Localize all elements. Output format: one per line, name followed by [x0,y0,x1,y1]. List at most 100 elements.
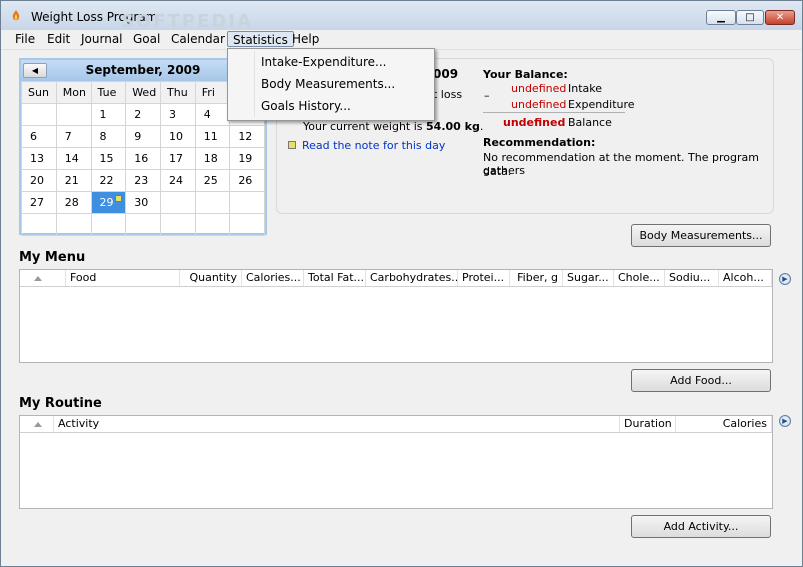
column-calories[interactable]: Calories... [242,270,304,286]
calendar-day-cell[interactable]: 22 [90,169,127,192]
menu-item-body-measurements[interactable]: Body Measurements... [261,77,395,91]
minimize-button[interactable]: ▁ [706,10,736,25]
calendar-day-cell[interactable] [229,213,265,236]
column-routine-calories[interactable]: Calories [676,416,772,432]
statistics-dropdown-menu: Intake-Expenditure... Body Measurements.… [227,48,435,121]
menu-table-header: Food Quantity Calories... Total Fat... C… [20,270,772,287]
calendar-week-row: 27 28 29 30 [21,191,265,214]
app-window: Weight Loss Program SOFTPEDIA ▁ □ ✕ File… [0,0,803,567]
expenditure-label: Expenditure [568,98,635,111]
calendar-day-cell[interactable]: 20 [21,169,57,192]
calendar-day-cell[interactable]: 30 [125,191,162,214]
calendar-day-cell[interactable]: 19 [229,147,265,170]
menu-item-goals-history[interactable]: Goals History... [261,99,351,113]
calendar-week-row: 13 14 15 16 17 18 19 [21,147,265,170]
calendar-day-cell[interactable]: 15 [90,147,127,170]
title-bar[interactable]: Weight Loss Program SOFTPEDIA ▁ □ ✕ [1,1,802,32]
menu-statistics[interactable]: Statistics [227,31,294,47]
menu-goal[interactable]: Goal [128,31,165,47]
column-protein[interactable]: Protei... [458,270,510,286]
sort-up-icon [34,276,42,281]
add-food-button[interactable]: Add Food... [631,369,771,392]
weight-loss-fragment: t loss [433,88,463,101]
calendar-day-cell[interactable]: 8 [90,125,127,148]
calendar-week-row: 20 21 22 23 24 25 26 [21,169,265,192]
calendar-day-cell[interactable]: 25 [194,169,231,192]
menu-file[interactable]: File [10,31,40,47]
routine-expand-button[interactable]: ▶ [779,415,791,427]
recommendation-title: Recommendation: [483,136,596,149]
calendar-day-cell[interactable] [90,213,127,236]
calendar-day-header: Wed [125,81,162,104]
column-alcohol[interactable]: Alcoh... [719,270,772,286]
calendar-day-cell[interactable]: 2 [125,103,162,126]
calendar-day-cell[interactable] [160,191,196,214]
calendar-day-cell[interactable]: 10 [160,125,196,148]
chevron-right-icon: ▶ [782,275,788,283]
column-food[interactable]: Food [66,270,180,286]
calendar-day-cell[interactable] [194,213,231,236]
menu-edit[interactable]: Edit [42,31,75,47]
calendar-day-cell[interactable]: 26 [229,169,265,192]
calendar-day-cell[interactable] [160,213,196,236]
calendar-day-cell[interactable] [21,213,57,236]
menu-calendar[interactable]: Calendar [166,31,230,47]
routine-sort-column[interactable] [20,416,54,432]
calendar-day-cell[interactable]: 11 [194,125,231,148]
calendar-day-cell[interactable]: 27 [21,191,57,214]
column-quantity[interactable]: Quantity [180,270,242,286]
watermark: SOFTPEDIA [121,11,253,32]
recommendation-text-line1: No recommendation at the moment. The pro… [483,151,759,177]
column-cholesterol[interactable]: Chole... [614,270,665,286]
calendar-day-cell[interactable]: 28 [55,191,92,214]
calendar-day-cell[interactable] [55,103,92,126]
calendar-day-cell[interactable]: 23 [125,169,162,192]
chevron-left-icon: ◀ [31,66,39,75]
read-note-link[interactable]: Read the note for this day [302,139,445,152]
minimize-icon: ▁ [717,12,725,23]
calendar-day-cell[interactable]: 12 [229,125,265,148]
current-weight-prefix: Your current weight is [303,120,423,133]
menu-journal[interactable]: Journal [76,31,128,47]
calendar-day-cell[interactable]: 7 [55,125,92,148]
calendar-day-cell[interactable]: 13 [21,147,57,170]
calendar-day-cell[interactable]: 24 [160,169,196,192]
column-duration[interactable]: Duration [620,416,676,432]
menu-help[interactable]: Help [287,31,324,47]
calendar-prev-button[interactable]: ◀ [23,63,47,78]
close-button[interactable]: ✕ [765,10,795,25]
calendar-day-cell[interactable] [125,213,162,236]
calendar-day-cell[interactable]: 17 [160,147,196,170]
calendar-day-cell[interactable] [229,191,265,214]
intake-label: Intake [568,82,603,95]
date-year-fragment: 009 [433,67,459,81]
calendar-day-cell[interactable]: 4 [194,103,231,126]
body-measurements-button[interactable]: Body Measurements... [631,224,771,247]
maximize-button[interactable]: □ [736,10,764,25]
menu-expand-button[interactable]: ▶ [779,273,791,285]
column-sodium[interactable]: Sodiu... [665,270,719,286]
menu-item-intake-expenditure[interactable]: Intake-Expenditure... [261,55,386,69]
calendar-day-cell[interactable]: 6 [21,125,57,148]
calendar-day-number: 29 [99,196,114,209]
add-activity-button[interactable]: Add Activity... [631,515,771,538]
calendar-day-cell[interactable]: 16 [125,147,162,170]
column-fiber[interactable]: Fiber, g [510,270,563,286]
menu-sort-column[interactable] [20,270,66,286]
calendar-day-cell[interactable] [194,191,231,214]
calendar-day-cell[interactable]: 3 [160,103,196,126]
calendar-day-cell[interactable]: 18 [194,147,231,170]
current-weight-value: 54.00 kg [426,120,480,133]
calendar-day-cell-selected[interactable]: 29 [90,191,127,214]
calendar-day-cell[interactable]: 9 [125,125,162,148]
column-total-fat[interactable]: Total Fat... [304,270,366,286]
column-activity[interactable]: Activity [54,416,620,432]
calendar-day-cell[interactable]: 14 [55,147,92,170]
calendar-day-cell[interactable]: 21 [55,169,92,192]
column-carbohydrates[interactable]: Carbohydrates... [366,270,458,286]
column-sugar[interactable]: Sugar... [563,270,614,286]
calendar-day-cell[interactable] [21,103,57,126]
calendar-day-cell[interactable]: 1 [90,103,127,126]
menu-gutter [254,51,255,117]
calendar-day-cell[interactable] [55,213,92,236]
